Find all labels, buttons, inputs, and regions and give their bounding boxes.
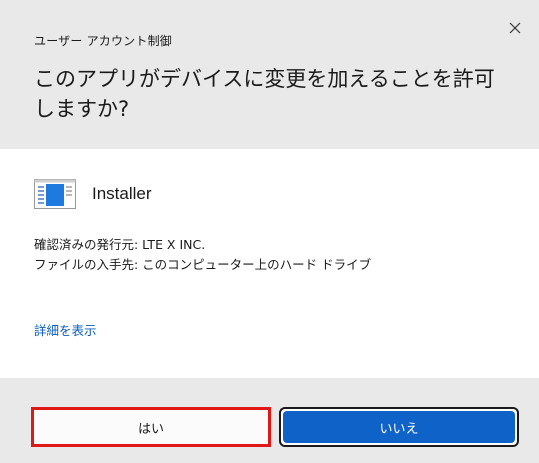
show-details-link[interactable]: 詳細を表示	[34, 320, 97, 339]
uac-dialog: ユーザー アカウント制御 このアプリがデバイスに変更を加えることを許可しますか?…	[0, 0, 539, 463]
yes-button-label: はい	[137, 421, 164, 437]
close-icon	[509, 22, 521, 34]
publisher-line: 確認済みの発行元: LTE X INC.	[34, 237, 206, 252]
dialog-caption: ユーザー アカウント制御	[34, 34, 172, 48]
app-row: Installer	[34, 176, 152, 212]
no-button-inner: いいえ	[283, 411, 515, 443]
close-button[interactable]	[501, 14, 529, 42]
app-name: Installer	[92, 184, 152, 203]
source-line: ファイルの入手先: このコンピューター上のハード ドライブ	[34, 257, 372, 272]
dialog-question: このアプリがデバイスに変更を加えることを許可しますか?	[34, 67, 495, 121]
dialog-header: ユーザー アカウント制御 このアプリがデバイスに変更を加えることを許可しますか?	[0, 0, 539, 149]
installer-app-icon	[34, 179, 76, 209]
no-button[interactable]: いいえ	[279, 407, 519, 447]
yes-button[interactable]: はい	[31, 407, 271, 447]
no-button-label: いいえ	[379, 421, 419, 437]
publisher-info: 確認済みの発行元: LTE X INC. ファイルの入手先: このコンピューター…	[34, 235, 371, 275]
